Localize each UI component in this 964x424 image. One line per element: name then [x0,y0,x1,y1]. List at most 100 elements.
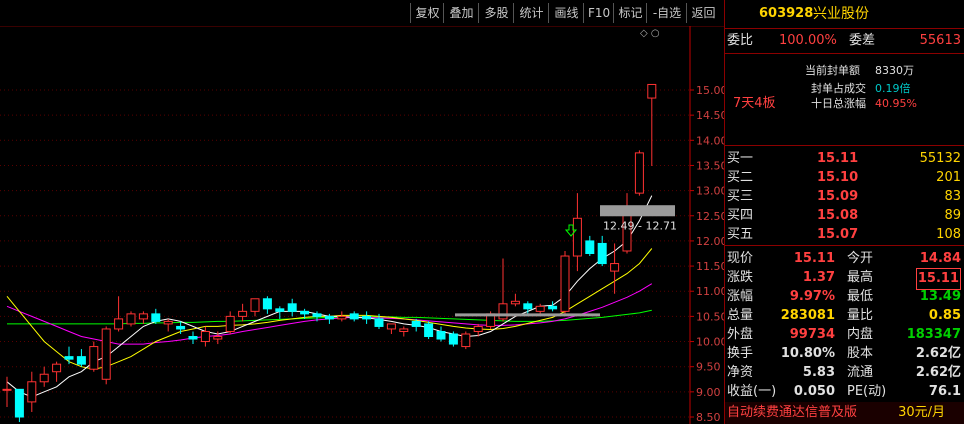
bid-row[interactable]: 买四 15.08 89 [725,206,964,226]
stat-row: 净资 5.83 流通 2.62亿 [725,363,964,383]
candle-body [349,313,359,320]
bid-row[interactable]: 买一 15.11 55132 [725,149,964,169]
divider [725,28,964,29]
stat-label: 收益(一) [727,384,777,399]
toolbar-button-7[interactable]: -自选 [646,3,687,23]
price-tick-label: 14.50 [696,109,724,122]
bid-label: 买三 [727,189,754,204]
candle-body [634,152,644,194]
promo-text[interactable]: 自动续费通达信普及版 [727,402,857,424]
toolbar-button-4[interactable]: 画线 [548,3,584,23]
stat-value: 2.62亿 [915,365,961,380]
stat-row: 换手 10.80% 股本 2.62亿 [725,344,964,364]
candle-body [436,330,446,340]
bid-price: 15.08 [817,208,859,223]
bid-row[interactable]: 买二 15.10 201 [725,168,964,188]
chart-corner-icons[interactable]: ◇ ○ [640,28,660,39]
candle-body [213,336,223,340]
seal-amount-row: 当前封单额 8330万 [725,61,964,81]
promo-price[interactable]: 30元/月 [898,402,945,424]
price-tick-label: 15.00 [696,84,724,97]
price-tick-label: 9.50 [696,361,721,374]
stat-label: 涨幅 [727,289,754,304]
candle-body [510,300,520,305]
candle-body [27,381,37,403]
stat-value: 76.1 [928,384,961,399]
stat-value: 13.49 [919,289,961,304]
candle-body [300,310,310,315]
stat-row: 涨跌 1.37 最高 15.11 [725,268,964,290]
candle-body [287,303,297,312]
toolbar-button-2[interactable]: 多股 [478,3,514,23]
stock-name: 兴业股份 [813,6,869,22]
stat-row: 收益(一) 0.050 PE(动) 76.1 [725,382,964,402]
promo-bar[interactable]: 自动续费通达信普及版 30元/月 [725,402,964,424]
candle-body [238,310,248,317]
candle-body [275,308,285,312]
stat-value: 1.37 [802,270,835,285]
toolbar-button-5[interactable]: F10 [583,3,614,23]
bid-price: 15.11 [817,151,859,166]
bid-row[interactable]: 买五 15.07 108 [725,225,964,245]
candle-body [597,242,607,265]
price-tick-label: 9.00 [696,386,721,399]
candle-body [498,303,508,320]
bid-label: 买四 [727,208,754,223]
candle-body [548,305,558,310]
stat-label: 量比 [847,308,874,323]
stat-label: 今开 [847,251,874,266]
toolbar-button-6[interactable]: 标记 [613,3,647,23]
candle-body [312,313,322,317]
candle-body [374,318,384,327]
candle-body [535,305,545,312]
candle-body [647,83,657,99]
stat-row: 总量 283081 量比 0.85 [725,306,964,326]
candle-body [523,303,533,310]
stat-row: 涨幅 9.97% 最低 13.49 [725,287,964,307]
candle-body [560,255,570,312]
stat-value: 283081 [780,308,835,323]
divider [725,145,964,146]
bid-price: 15.10 [817,170,859,185]
bid-label: 买二 [727,170,754,185]
toolbar-button-3[interactable]: 统计 [513,3,549,23]
ten-day-label: 十日总涨幅 [811,97,866,110]
candle-body [39,373,49,383]
weicha-value: 55613 [919,33,961,48]
bid-price: 15.09 [817,189,859,204]
candle-body [424,323,434,338]
kline-chart[interactable]: 15.00 14.50 14.00 13.50 13.00 12.50 12.00 11.50… [0,26,724,424]
seal-amount-label: 当前封单额 [805,64,860,77]
bid-volume: 83 [944,189,961,204]
ten-day-value: 40.95% [875,97,917,110]
candle-body [163,320,173,325]
candle-body [101,328,111,380]
price-tick-label: 13.50 [696,159,724,172]
toolbar-button-0[interactable]: 复权 [410,3,444,23]
weibi-label: 委比 [727,33,754,48]
stat-value: 5.83 [802,365,835,380]
bid-label: 买一 [727,151,754,166]
candle-body [324,315,334,320]
toolbar-button-8[interactable]: 返回 [686,3,720,23]
candle-body [2,388,12,391]
candle-body [250,298,260,312]
bid-label: 买五 [727,227,754,242]
divider [725,53,964,54]
price-range-band [600,205,675,217]
divider [725,245,964,246]
candle-body [411,320,421,327]
stat-value: 0.85 [928,308,961,323]
chart-toolbar: 复权 叠加 多股 统计 画线 F10 标记 -自选 返回 [0,0,724,27]
candle-body [14,388,24,418]
candle-body [126,313,136,325]
toolbar-button-1[interactable]: 叠加 [443,3,479,23]
stat-label: 换手 [727,346,754,361]
bid-row[interactable]: 买三 15.09 83 [725,187,964,207]
stat-row: 现价 15.11 今开 14.84 [725,249,964,269]
bid-volume: 55132 [919,151,961,166]
stat-value: 14.84 [919,251,961,266]
price-tick-label: 12.00 [696,235,724,248]
seal-amount-value: 8330万 [875,64,914,77]
stat-value: 15.11 [793,251,835,266]
